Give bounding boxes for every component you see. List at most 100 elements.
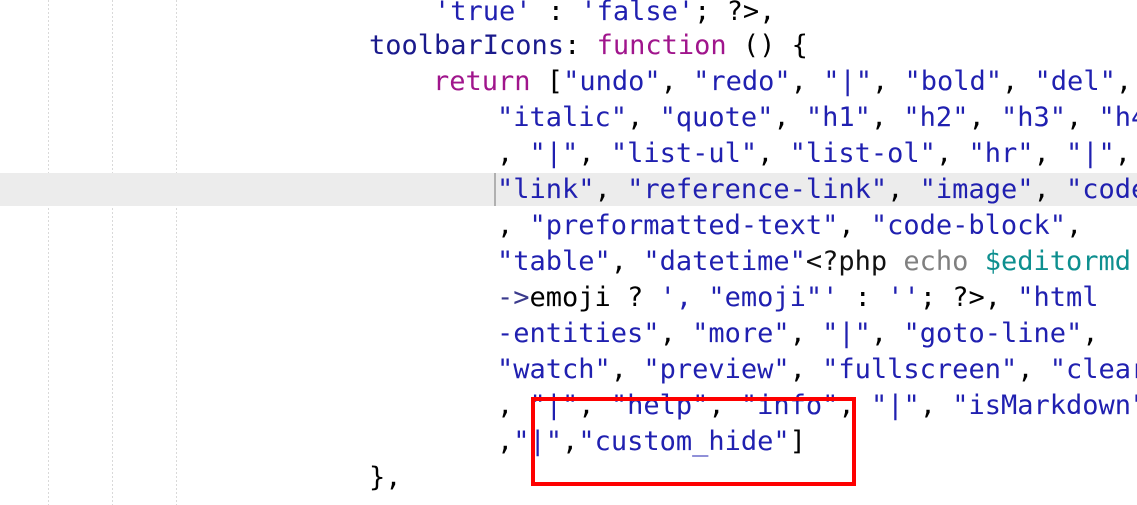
code-token: "undo" <box>563 66 661 97</box>
code-token: "html <box>1017 282 1099 313</box>
code-token: "h2" <box>903 102 969 133</box>
code-token: "preformatted-text" <box>529 210 839 241</box>
code-token: : <box>564 30 597 61</box>
code-token: , <box>497 426 514 457</box>
code-token: [ <box>530 66 564 97</box>
code-token: , <box>497 210 530 241</box>
code-token: -entities" <box>497 318 660 349</box>
code-token: , <box>919 390 953 421</box>
code-line-13[interactable]: }, <box>369 460 402 496</box>
code-line-10[interactable]: "watch", "preview", "fullscreen", "clear <box>497 352 1137 388</box>
code-token: function <box>596 30 727 61</box>
code-token: "h3" <box>1000 102 1066 133</box>
code-line-2[interactable]: return ["undo", "redo", "|", "bold", "de… <box>433 64 1132 100</box>
code-token: "redo" <box>693 66 791 97</box>
code-token: , <box>757 138 790 169</box>
code-token: , <box>660 66 694 97</box>
code-line-9[interactable]: -entities", "more", "|", "goto-line", <box>497 316 1099 352</box>
code-token: , <box>1114 138 1132 169</box>
code-token: "goto-line" <box>903 318 1083 349</box>
code-token: "code <box>1065 174 1137 205</box>
code-token: 'false' <box>580 0 695 27</box>
code-token: -> <box>497 282 530 313</box>
code-token: : <box>838 282 888 313</box>
code-token: "del" <box>1034 66 1116 97</box>
code-line-4[interactable]: , "|", "list-ul", "list-ol", "hr", "|", <box>497 136 1131 172</box>
code-token: , <box>1033 174 1066 205</box>
code-token: , <box>935 138 969 169</box>
code-token: "|" <box>529 138 579 169</box>
code-token: , <box>1033 138 1067 169</box>
code-token: $editormd <box>968 246 1131 277</box>
code-token: , <box>1115 66 1133 97</box>
code-token: , <box>627 102 660 133</box>
code-token: , <box>594 174 628 205</box>
code-line-1[interactable]: toolbarIcons: function () { <box>369 28 808 64</box>
code-token: , <box>871 66 905 97</box>
code-token: , <box>790 66 824 97</box>
code-token: "more" <box>692 318 790 349</box>
code-token: ; ?>, <box>919 282 1018 313</box>
code-token: , <box>887 174 920 205</box>
code-token: , <box>1017 354 1050 385</box>
code-token: "list-ul" <box>610 138 758 169</box>
code-token: "emoji" <box>708 282 823 313</box>
code-token: "h4 <box>1098 102 1137 133</box>
code-token: "quote" <box>659 102 774 133</box>
code-line-5[interactable]: "link", "reference-link", "image", "code <box>497 172 1137 208</box>
text-caret <box>494 173 496 206</box>
code-token: "code-block" <box>870 210 1066 241</box>
code-token: return <box>433 66 531 97</box>
code-token: "bold" <box>904 66 1003 97</box>
code-token: ', <box>659 282 709 313</box>
code-token: , <box>497 138 530 169</box>
code-token: , <box>497 390 530 421</box>
code-token: , <box>789 318 823 349</box>
code-token: "datetime" <box>643 246 806 277</box>
code-token: "isMarkdown" <box>952 390 1137 421</box>
code-token: , <box>1065 210 1083 241</box>
code-token: , <box>789 354 823 385</box>
annotation-rectangle <box>531 397 856 486</box>
code-token: <?php <box>805 246 888 277</box>
code-line-0[interactable]: 'true' : 'false'; ?>, <box>434 0 775 30</box>
code-token: , <box>659 318 693 349</box>
code-token: "clear <box>1049 354 1137 385</box>
code-token: "|" <box>1066 138 1115 169</box>
code-token: ; ?>, <box>694 0 776 27</box>
code-token: ? <box>610 282 660 313</box>
code-token: toolbarIcons <box>369 30 565 61</box>
code-token: , <box>1066 102 1099 133</box>
code-token: , <box>1082 318 1099 349</box>
code-editor-viewport[interactable]: 'true' : 'false'; ?>, toolbarIcons: funct… <box>0 0 1137 505</box>
code-token: , <box>773 102 806 133</box>
code-token: "|" <box>823 66 872 97</box>
code-token: "h1" <box>805 102 871 133</box>
code-token: 'true' <box>434 0 532 27</box>
code-token: () { <box>726 30 808 61</box>
code-token: , <box>610 354 644 385</box>
code-token: "image" <box>919 174 1034 205</box>
code-token: , <box>1002 66 1035 97</box>
code-token: , <box>610 246 644 277</box>
code-token: : <box>531 0 581 27</box>
code-token: "|" <box>822 318 871 349</box>
code-token: "link" <box>497 174 595 205</box>
code-line-7[interactable]: "table", "datetime"<?php echo $editormd <box>497 244 1131 280</box>
code-token: , <box>838 210 871 241</box>
code-token: "table" <box>497 246 611 277</box>
code-token: emoji <box>529 282 611 313</box>
code-token: , <box>870 102 904 133</box>
code-token: "watch" <box>497 354 611 385</box>
code-token: "preview" <box>643 354 790 385</box>
code-line-6[interactable]: , "preformatted-text", "code-block", <box>497 208 1082 244</box>
code-token: }, <box>369 462 402 493</box>
code-token: , <box>968 102 1001 133</box>
code-token: "italic" <box>497 102 628 133</box>
code-token: echo <box>887 246 969 277</box>
code-token: "list-ol" <box>789 138 936 169</box>
code-token: "|" <box>870 390 920 421</box>
code-token: , <box>870 318 904 349</box>
code-line-8[interactable]: ->emoji ? ', "emoji"' : ''; ?>, "html <box>497 280 1099 316</box>
code-line-3[interactable]: "italic", "quote", "h1", "h2", "h3", "h4 <box>497 100 1137 136</box>
